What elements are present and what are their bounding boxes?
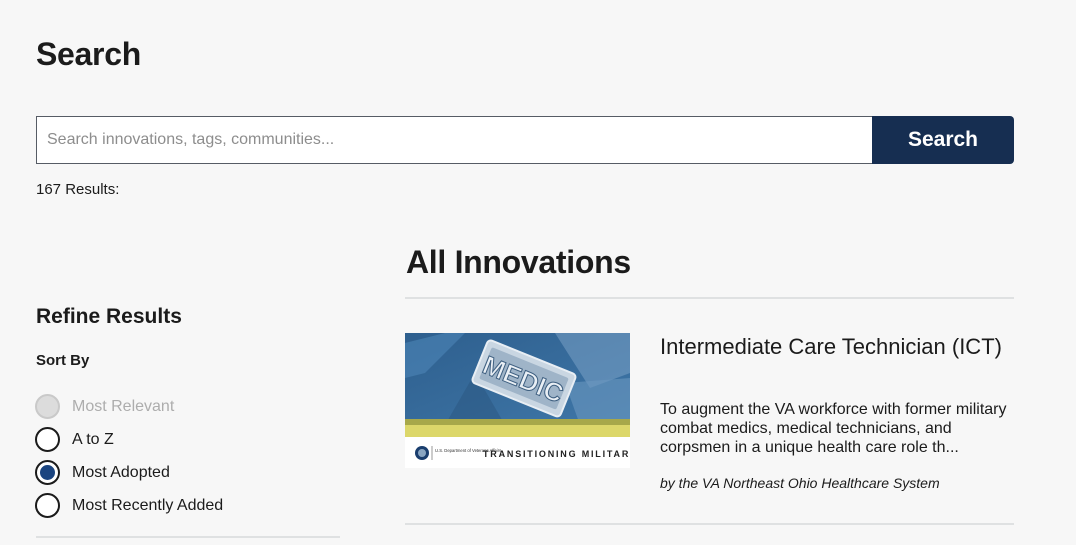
sort-option-label: Most Recently Added (72, 496, 224, 514)
sort-option-label: Most Adopted (72, 463, 170, 481)
sort-option-most-recently-added[interactable]: Most Recently Added (35, 489, 223, 522)
results-count: 167 Results: (36, 181, 120, 198)
innovation-card-image[interactable]: MEDIC U.S. Department of Veterans Affair… (405, 333, 630, 468)
card-divider (405, 523, 1014, 525)
sort-option-most-relevant[interactable]: Most Relevant (35, 390, 223, 423)
sort-option-label: A to Z (72, 430, 114, 448)
innovation-card-title[interactable]: Intermediate Care Technician (ICT) (660, 334, 1010, 359)
innovation-card-description: To augment the VA workforce with former … (660, 401, 1007, 456)
banner-text: TRANSITIONING MILITAR (483, 449, 630, 459)
search-button[interactable]: Search (872, 116, 1014, 164)
search-bar: Search (36, 116, 1014, 164)
refine-results-title: Refine Results (36, 305, 182, 328)
sort-option-most-adopted[interactable]: Most Adopted (35, 456, 223, 489)
page-title: Search (36, 36, 141, 72)
sort-options: Most Relevant A to Z Most Adopted Most R… (35, 390, 223, 522)
section-divider (405, 297, 1014, 299)
innovation-card-origin: by the VA Northeast Ohio Healthcare Syst… (660, 475, 940, 491)
sort-option-label: Most Relevant (72, 397, 175, 415)
sort-by-label: Sort By (36, 352, 90, 369)
radio-most-recently-added[interactable] (35, 493, 60, 518)
medic-badge-image: MEDIC U.S. Department of Veterans Affair… (405, 333, 630, 468)
search-input[interactable] (36, 116, 872, 164)
radio-most-relevant[interactable] (35, 394, 60, 419)
sort-option-a-to-z[interactable]: A to Z (35, 423, 223, 456)
radio-most-adopted[interactable] (35, 460, 60, 485)
radio-a-to-z[interactable] (35, 427, 60, 452)
refine-divider (36, 536, 340, 538)
all-innovations-title: All Innovations (406, 244, 631, 280)
